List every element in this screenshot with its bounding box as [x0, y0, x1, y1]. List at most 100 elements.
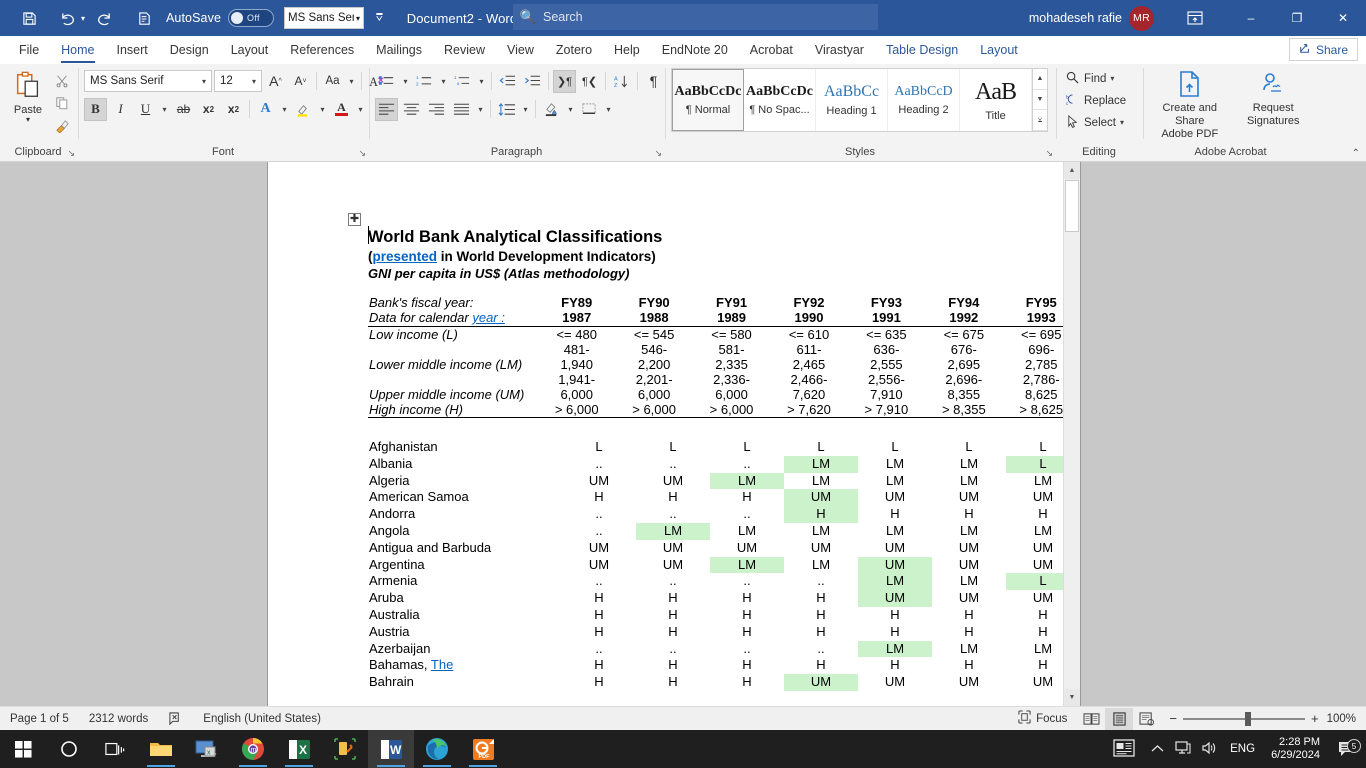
scroll-up-icon[interactable]: ▲ — [1064, 162, 1080, 179]
request-signatures-button[interactable]: Request Signatures — [1233, 68, 1315, 128]
style-normal[interactable]: AaBbCcDc ¶ Normal — [672, 69, 744, 131]
align-left-icon[interactable] — [375, 97, 398, 121]
paragraph-dialog-launcher[interactable]: ↘ — [654, 146, 662, 160]
left-to-right-text-icon[interactable]: ❯¶ — [553, 69, 576, 93]
tab-review[interactable]: Review — [433, 37, 496, 63]
print-layout-button[interactable] — [1105, 707, 1134, 730]
style-heading-2[interactable]: AaBbCcD Heading 2 — [888, 69, 960, 131]
language-indicator-tray[interactable]: ENG — [1222, 743, 1263, 755]
tab-home[interactable]: Home — [50, 37, 105, 63]
news-and-interests-icon[interactable] — [1104, 738, 1144, 760]
share-button[interactable]: Share — [1288, 38, 1358, 61]
align-center-icon[interactable] — [400, 98, 423, 121]
format-painter-icon[interactable] — [51, 115, 73, 135]
tab-insert[interactable]: Insert — [106, 37, 159, 63]
subscript-button[interactable]: x2 — [197, 98, 220, 121]
italic-button[interactable]: I — [109, 98, 132, 121]
zoom-thumb[interactable] — [1244, 711, 1251, 726]
numbered-list-icon[interactable]: 12 — [413, 70, 436, 93]
zoom-level[interactable]: 100% — [1327, 713, 1362, 725]
redo-icon[interactable] — [89, 4, 119, 32]
scissors-icon[interactable] — [51, 71, 73, 91]
table-row[interactable]: Azerbaijan........ LM LM LM — [368, 640, 1080, 658]
tab-virastyar[interactable]: Virastyar — [804, 37, 875, 63]
font-dialog-launcher[interactable]: ↘ — [358, 146, 366, 160]
notifications-icon[interactable]: 5 — [1328, 739, 1366, 758]
right-to-left-text-icon[interactable]: ¶❮ — [578, 70, 601, 93]
more-styles-icon[interactable]: ⩣ — [1033, 110, 1047, 132]
chevron-down-icon[interactable]: ▾ — [346, 77, 357, 86]
styles-gallery[interactable]: AaBbCcDc ¶ Normal AaBbCcDc ¶ No Spac... … — [671, 68, 1048, 132]
font-color-icon[interactable]: A — [330, 98, 353, 121]
taskbar-remote-desktop[interactable]: x — [184, 730, 230, 768]
bold-button[interactable]: B — [84, 97, 107, 121]
word-count[interactable]: 2312 words — [79, 707, 158, 731]
select-button[interactable]: Select ▾ — [1065, 112, 1124, 133]
scrollbar-thumb[interactable] — [1065, 180, 1079, 232]
table-row[interactable]: Andorra...... H H H H — [368, 506, 1080, 523]
create-and-share-adobe-pdf-button[interactable]: Create and Share Adobe PDF — [1149, 68, 1231, 141]
taskbar-file-explorer[interactable] — [138, 730, 184, 768]
grow-font-button[interactable]: A ^ — [264, 70, 287, 93]
font-name-input[interactable]: MS Sans Serif ▾ — [84, 70, 212, 92]
chevron-down-icon[interactable]: ▾ — [520, 105, 531, 114]
chevron-down-icon[interactable]: ▾ — [438, 77, 449, 86]
sort-icon[interactable]: AZ — [610, 70, 633, 93]
close-button[interactable]: ✕ — [1320, 0, 1366, 36]
print-preview-icon[interactable] — [129, 4, 159, 32]
chevron-down-icon[interactable]: ▾ — [317, 105, 328, 114]
justify-icon[interactable] — [450, 98, 473, 121]
style-title[interactable]: AaB Title — [960, 69, 1032, 131]
account-area[interactable]: mohadeseh rafie MR — [1029, 0, 1154, 36]
change-case-button[interactable]: Aa — [321, 70, 344, 93]
line-spacing-icon[interactable] — [495, 98, 518, 121]
clipboard-dialog-launcher[interactable]: ↘ — [67, 146, 75, 160]
decrease-indent-icon[interactable] — [496, 70, 519, 93]
classification-table[interactable]: Bank's fiscal year: FY89 FY90 FY91 FY92 … — [368, 295, 1080, 418]
search-input[interactable]: 🔍 Search — [513, 4, 878, 30]
document-canvas[interactable]: ✚ World Bank Analytical Classifications … — [0, 162, 1366, 706]
autosave-toggle[interactable]: Off — [228, 9, 275, 27]
taskbar-word[interactable]: W — [368, 730, 414, 768]
show-formatting-marks-icon[interactable]: ¶ — [642, 70, 665, 93]
copy-icon[interactable] — [51, 93, 73, 113]
table-row[interactable]: Afghanistan L L L L L L L — [368, 439, 1080, 456]
search-button[interactable] — [46, 730, 92, 768]
strikethrough-button[interactable]: ab — [172, 98, 195, 121]
chevron-down-icon[interactable]: ▾ — [199, 77, 209, 86]
zoom-slider[interactable]: − + — [1161, 711, 1326, 726]
chevron-down-icon[interactable]: ▾ — [1110, 74, 1114, 83]
quick-font-selector[interactable]: MS Sans Seri ▾ — [284, 7, 365, 29]
align-right-icon[interactable] — [425, 98, 448, 121]
country-classification-table[interactable]: Afghanistan L L L L L L L Albania...... LM LM LM L Al… — [368, 439, 1080, 691]
taskbar-edge[interactable] — [414, 730, 460, 768]
undo-dropdown-caret-icon[interactable]: ▾ — [77, 14, 89, 23]
table-row[interactable]: Algeria UM UM LM LM LM LM LM — [368, 472, 1080, 490]
volume-icon[interactable] — [1196, 741, 1222, 758]
proofing-errors-icon[interactable] — [158, 707, 193, 731]
tab-table-design[interactable]: Table Design — [875, 37, 969, 63]
scroll-down-icon[interactable]: ▼ — [1064, 689, 1080, 706]
ribbon-display-options-icon[interactable] — [1184, 8, 1206, 28]
avatar[interactable]: MR — [1129, 5, 1154, 31]
chevron-down-icon[interactable]: ▾ — [475, 105, 486, 114]
table-row[interactable]: Antigua and Barbuda UM UM UM UM UM UM UM — [368, 540, 1080, 557]
paste-button[interactable]: Paste ▾ — [5, 68, 51, 124]
document-page[interactable]: ✚ World Bank Analytical Classifications … — [268, 162, 1080, 706]
chevron-down-icon[interactable]: ▾ — [603, 105, 614, 114]
table-row[interactable]: Argentina UM UM LM LM UM UM UM — [368, 556, 1080, 574]
styles-gallery-scroll[interactable]: ▲ ▼ ⩣ — [1032, 69, 1047, 132]
task-view-button[interactable] — [92, 730, 138, 768]
tab-endnote[interactable]: EndNote 20 — [651, 37, 739, 63]
save-icon[interactable] — [14, 4, 44, 32]
table-row[interactable]: Albania...... LM LM LM L — [368, 455, 1080, 473]
chevron-down-icon[interactable]: ▾ — [1120, 118, 1124, 127]
chevron-down-icon[interactable]: ▾ — [159, 105, 170, 114]
taskbar-pdf-tool[interactable]: PDF — [460, 730, 506, 768]
collapse-ribbon-icon[interactable]: ⌃ — [1352, 148, 1360, 159]
network-icon[interactable] — [1170, 740, 1196, 758]
text-highlight-icon[interactable] — [292, 98, 315, 121]
tab-design[interactable]: Design — [159, 37, 220, 63]
increase-indent-icon[interactable] — [521, 70, 544, 93]
minimize-button[interactable]: – — [1228, 0, 1274, 36]
